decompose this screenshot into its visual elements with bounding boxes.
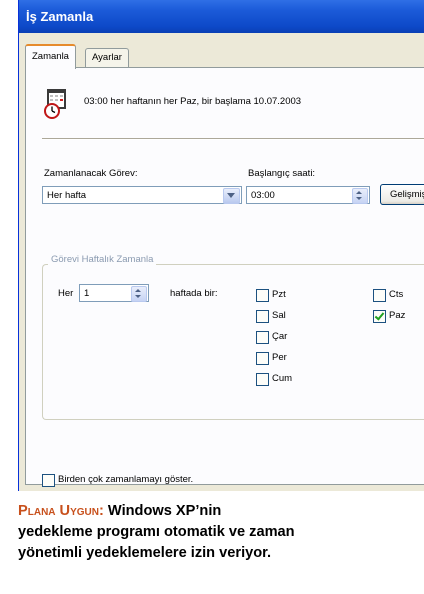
day-checkbox-cts[interactable]: [373, 289, 386, 302]
every-label: Her: [58, 288, 74, 299]
day-label: Pzt: [272, 289, 286, 300]
tab-settings[interactable]: Ayarlar: [85, 48, 129, 67]
schedule-task-label: Zamanlanacak Görev:: [44, 168, 138, 179]
day-checkbox-sal[interactable]: [256, 310, 269, 323]
day-label: Per: [272, 352, 287, 363]
day-checkbox-per[interactable]: [256, 352, 269, 365]
caption-line-1: Windows XP’nin: [107, 503, 222, 519]
schedule-task-value: Her hafta: [47, 190, 87, 201]
spinner-icon[interactable]: [131, 286, 147, 302]
show-multiple-schedules-checkbox[interactable]: [42, 474, 55, 487]
checkmark-icon: [374, 310, 385, 321]
day-label: Cts: [389, 289, 404, 300]
schedule-summary: 03:00 her haftanın her Paz, bir başlama …: [84, 96, 302, 107]
caption-line-2: yedekleme programı otomatik ve zaman: [18, 524, 295, 540]
schedule-job-window: İş Zamanla Zamanla Ayarlar 03:00 her haf…: [18, 0, 424, 491]
tab-schedule[interactable]: Zamanla: [25, 44, 76, 69]
start-time-value: 03:00: [251, 190, 275, 201]
advanced-button[interactable]: Gelişmiş: [380, 184, 424, 205]
day-label: Çar: [272, 331, 288, 342]
weeks-suffix-label: haftada bir:: [170, 288, 218, 299]
weeks-interval-value: 1: [84, 288, 90, 299]
day-checkbox-car[interactable]: [256, 331, 269, 344]
spinner-icon[interactable]: [352, 188, 368, 204]
caption-kicker: Plana Uygun:: [18, 503, 104, 519]
schedule-task-select[interactable]: Her hafta: [42, 186, 242, 204]
day-label: Cum: [272, 373, 293, 384]
day-checkbox-pzt[interactable]: [256, 289, 269, 302]
caption-line-3: yönetimli yedeklemelere izin veriyor.: [18, 545, 272, 561]
weekly-group-title: Görevi Haftalık Zamanla: [48, 254, 157, 265]
show-multiple-schedules-label: Birden çok zamanlamayı göster.: [58, 474, 194, 485]
calendar-clock-icon: [44, 89, 66, 119]
weeks-interval-input[interactable]: 1: [79, 284, 149, 302]
chevron-down-icon[interactable]: [223, 188, 240, 204]
day-label: Sal: [272, 310, 286, 321]
day-label: Paz: [389, 310, 406, 321]
window-title: İş Zamanla: [19, 0, 424, 33]
schedule-panel: 03:00 her haftanın her Paz, bir başlama …: [25, 67, 424, 487]
start-time-input[interactable]: 03:00: [246, 186, 370, 204]
figure-caption: Plana Uygun: Windows XP’nin yedekleme pr…: [18, 501, 424, 564]
day-checkbox-cum[interactable]: [256, 373, 269, 386]
day-checkbox-paz[interactable]: [373, 310, 386, 323]
tab-strip: Zamanla Ayarlar: [25, 44, 424, 69]
start-time-label: Başlangıç saati:: [248, 168, 316, 179]
divider: [42, 138, 424, 140]
